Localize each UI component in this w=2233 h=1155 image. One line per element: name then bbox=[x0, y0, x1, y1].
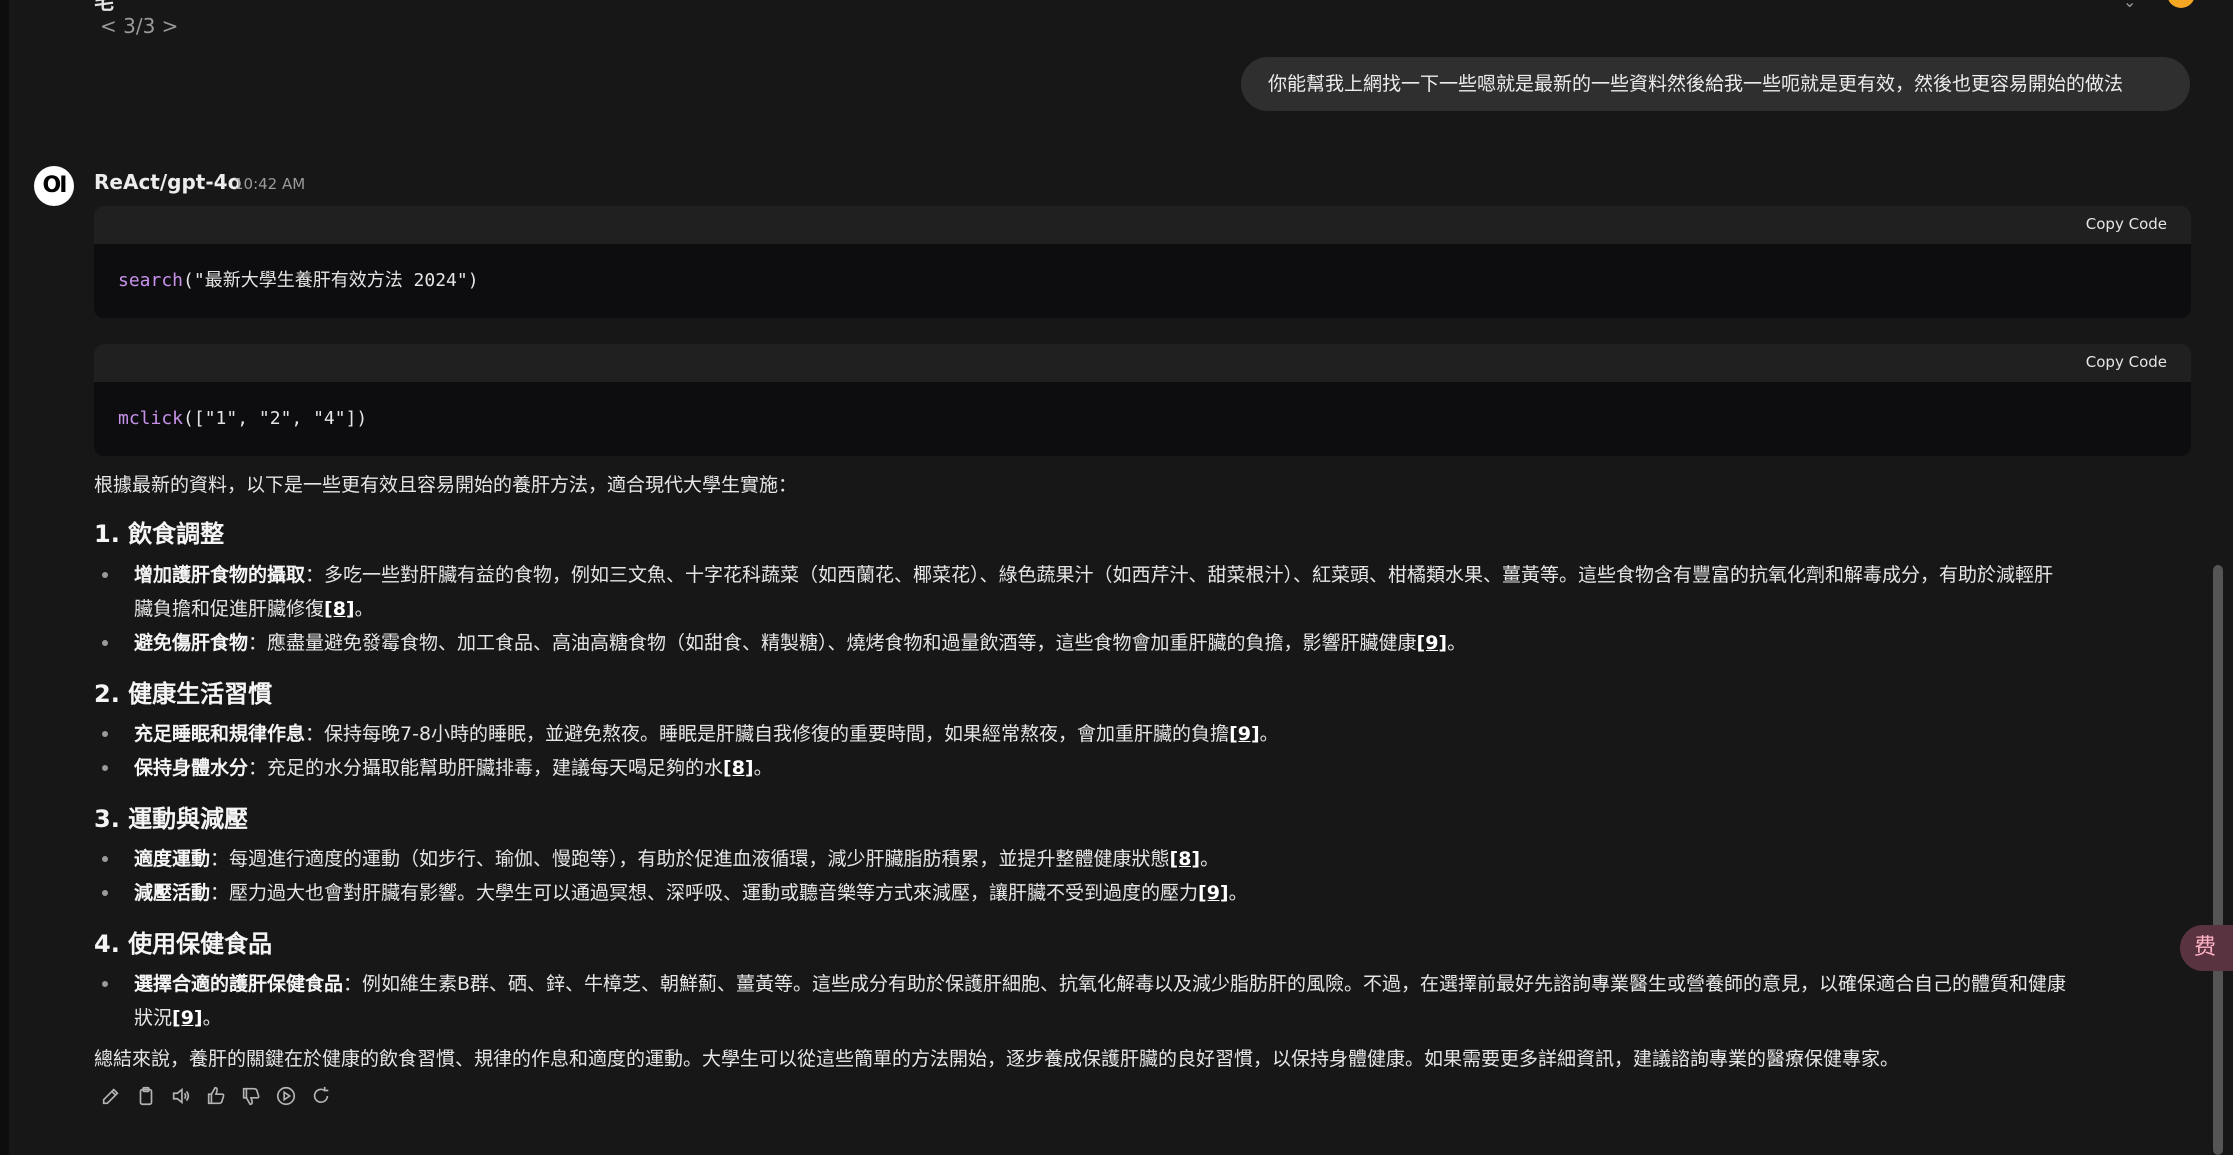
item-text-cont: 臟負擔和促進肝臟修復 bbox=[134, 598, 325, 620]
floating-widget[interactable]: 费 bbox=[2180, 925, 2233, 971]
citation-link[interactable]: [9] bbox=[172, 1007, 203, 1029]
list-item: 增加護肝食物的攝取：多吃一些對肝臟有益的食物，例如三文魚、十字花科蔬菜（如西蘭花… bbox=[102, 558, 2233, 626]
citation-link[interactable]: [9] bbox=[1198, 882, 1229, 904]
list-item: 保持身體水分：充足的水分攝取能幫助肝臟排毒，建議每天喝足夠的水[8]。 bbox=[102, 751, 2233, 785]
bullet bbox=[102, 572, 108, 578]
section-heading: 2. 健康生活習慣 bbox=[94, 680, 273, 708]
assistant-model-name: ReAct/gpt-4o bbox=[94, 170, 242, 194]
item-text: ：多吃一些對肝臟有益的食物，例如三文魚、十字花科蔬菜（如西蘭花、椰菜花）、綠色蔬… bbox=[305, 564, 2054, 586]
conclusion-paragraph: 總結來說，養肝的關鍵在於健康的飲食習慣、規律的作息和適度的運動。大學生可以從這些… bbox=[94, 1048, 1900, 1070]
item-title: 減壓活動 bbox=[134, 882, 211, 904]
section-heading: 3. 運動與減壓 bbox=[94, 805, 249, 833]
citation-link[interactable]: [8] bbox=[723, 757, 754, 779]
item-text-cont: 狀況 bbox=[134, 1007, 173, 1029]
thumbs-down-icon[interactable] bbox=[240, 1085, 264, 1109]
code-args: (["1", "2", "4"]) bbox=[183, 408, 368, 429]
code-block-mclick: Copy Code mclick(["1", "2", "4"]) bbox=[94, 344, 2191, 456]
item-end: 。 bbox=[354, 598, 374, 620]
code-args: ("最新大學生養肝有效方法 2024") bbox=[183, 270, 479, 291]
previous-title-fragment: 毛 bbox=[94, 0, 114, 14]
copy-icon[interactable] bbox=[135, 1085, 159, 1109]
window-edge bbox=[0, 0, 9, 1155]
bullet bbox=[102, 640, 108, 646]
code-header: Copy Code bbox=[94, 344, 2191, 382]
regenerate-icon[interactable] bbox=[310, 1085, 334, 1109]
citation-link[interactable]: [8] bbox=[1170, 848, 1201, 870]
code-block-search: Copy Code search("最新大學生養肝有效方法 2024") bbox=[94, 206, 2191, 318]
section-heading: 4. 使用保健食品 bbox=[94, 930, 273, 958]
user-avatar[interactable] bbox=[2167, 0, 2195, 8]
bullet bbox=[102, 765, 108, 771]
chevron-icon[interactable]: ⌄ bbox=[2123, 0, 2143, 11]
citation-link[interactable]: [9] bbox=[1417, 632, 1448, 654]
list-item: 適度運動：每週進行適度的運動（如步行、瑜伽、慢跑等），有助於促進血液循環，減少肝… bbox=[102, 842, 2233, 876]
item-end: 。 bbox=[202, 1007, 222, 1029]
citation-link[interactable]: [8] bbox=[324, 598, 355, 620]
scrollbar-thumb[interactable] bbox=[2213, 565, 2223, 1155]
item-text: ：應盡量避免發霉食物、加工食品、高油高糖食物（如甜食、精製糖）、燒烤食物和過量飲… bbox=[248, 632, 1417, 654]
code-content: mclick(["1", "2", "4"]) bbox=[94, 382, 2191, 456]
copy-code-button[interactable]: Copy Code bbox=[2086, 353, 2167, 371]
item-end: 。 bbox=[1200, 848, 1220, 870]
item-title: 保持身體水分 bbox=[134, 757, 249, 779]
item-text: ：充足的水分攝取能幫助肝臟排毒，建議每天喝足夠的水 bbox=[248, 757, 724, 779]
list-item: 減壓活動：壓力過大也會對肝臟有影響。大學生可以通過冥想、深呼吸、運動或聽音樂等方… bbox=[102, 876, 2233, 910]
item-text: ：保持每晚7-8小時的睡眠，並避免熬夜。睡眠是肝臟自我修復的重要時間，如果經常熬… bbox=[305, 723, 1230, 745]
speaker-icon[interactable] bbox=[170, 1085, 194, 1109]
code-content: search("最新大學生養肝有效方法 2024") bbox=[94, 244, 2191, 318]
assistant-avatar: OI bbox=[34, 166, 74, 206]
edit-icon[interactable] bbox=[100, 1085, 124, 1109]
message-timestamp: 10:42 AM bbox=[234, 175, 306, 193]
code-function: search bbox=[118, 270, 184, 291]
response-pager[interactable]: < 3/3 > bbox=[100, 14, 178, 36]
list-item: 充足睡眠和規律作息：保持每晚7-8小時的睡眠，並避免熬夜。睡眠是肝臟自我修復的重… bbox=[102, 717, 2233, 751]
bullet bbox=[102, 981, 108, 987]
item-end: 。 bbox=[1228, 882, 1248, 904]
item-end: 。 bbox=[1259, 723, 1279, 745]
list-item: 避免傷肝食物：應盡量避免發霉食物、加工食品、高油高糖食物（如甜食、精製糖）、燒烤… bbox=[102, 626, 2233, 660]
item-text: ：例如維生素B群、硒、鋅、牛樟芝、朝鮮薊、薑黃等。這些成分有助於保護肝細胞、抗氧… bbox=[343, 973, 2067, 995]
item-end: 。 bbox=[753, 757, 773, 779]
item-title: 適度運動 bbox=[134, 848, 211, 870]
item-title: 充足睡眠和規律作息 bbox=[134, 723, 306, 745]
item-title: 選擇合適的護肝保健食品 bbox=[134, 973, 344, 995]
code-header: Copy Code bbox=[94, 206, 2191, 244]
bullet bbox=[102, 856, 108, 862]
section-heading: 1. 飲食調整 bbox=[94, 520, 225, 548]
list-item: 選擇合適的護肝保健食品：例如維生素B群、硒、鋅、牛樟芝、朝鮮薊、薑黃等。這些成分… bbox=[102, 967, 2233, 1035]
item-title: 增加護肝食物的攝取 bbox=[134, 564, 306, 586]
thumbs-up-icon[interactable] bbox=[205, 1085, 229, 1109]
item-text: ：每週進行適度的運動（如步行、瑜伽、慢跑等），有助於促進血液循環，減少肝臟脂肪積… bbox=[210, 848, 1170, 870]
previous-message-fragment: 毛 < 3/3 > bbox=[94, 0, 394, 36]
bullet bbox=[102, 731, 108, 737]
code-function: mclick bbox=[118, 408, 184, 429]
citation-link[interactable]: [9] bbox=[1229, 723, 1260, 745]
intro-paragraph: 根據最新的資料，以下是一些更有效且容易開始的養肝方法，適合現代大學生實施： bbox=[94, 474, 798, 496]
item-title: 避免傷肝食物 bbox=[134, 632, 249, 654]
item-end: 。 bbox=[1447, 632, 1467, 654]
bullet bbox=[102, 890, 108, 896]
copy-code-button[interactable]: Copy Code bbox=[2086, 215, 2167, 233]
item-text: ：壓力過大也會對肝臟有影響。大學生可以通過冥想、深呼吸、運動或聽音樂等方式來減壓… bbox=[210, 882, 1199, 904]
play-icon[interactable] bbox=[275, 1085, 299, 1109]
user-message-bubble: 你能幫我上網找一下一些嗯就是最新的一些資料然後給我一些呃就是更有效，然後也更容易… bbox=[1241, 57, 2190, 111]
